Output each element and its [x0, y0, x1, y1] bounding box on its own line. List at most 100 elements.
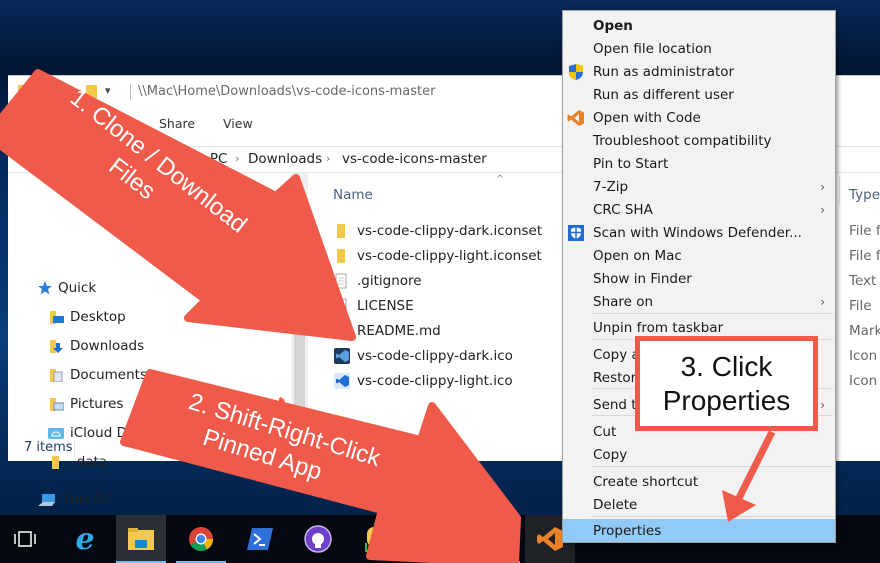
powershell-icon — [247, 528, 273, 550]
menu-item-label: Share on — [593, 293, 654, 310]
menu-item-copy[interactable]: Copy — [563, 443, 835, 466]
menu-item-label: Delete — [593, 496, 638, 513]
ribbon-tab-share[interactable]: Share — [159, 116, 195, 131]
annotation-step3-line2: Properties — [662, 384, 791, 416]
nav-item-downloads[interactable]: Downloads — [50, 335, 144, 357]
column-separator[interactable] — [839, 176, 840, 206]
menu-item-delete[interactable]: Delete — [563, 493, 835, 516]
taskbar-internet-explorer[interactable]: e — [60, 515, 110, 563]
nav-item-this-pc[interactable]: This PC — [38, 489, 111, 511]
menu-item-troubleshoot-compatibility[interactable]: Troubleshoot compatibility — [563, 129, 835, 152]
quick-access-dropdown-icon[interactable]: ▾ — [105, 84, 111, 97]
nav-item-quick-access[interactable]: Quick — [38, 277, 96, 299]
file-row[interactable]: .gitignore — [334, 270, 422, 292]
file-type: File — [849, 298, 872, 314]
vscode-file-icon — [334, 323, 348, 339]
status-separator — [74, 440, 75, 456]
uac-shield-icon — [567, 63, 585, 81]
breadcrumb-downloads[interactable]: Downloads — [248, 151, 322, 167]
file-row[interactable]: vs-code-clippy-dark.ico — [334, 345, 513, 367]
taskbar-chrome[interactable] — [176, 515, 226, 563]
nav-item-pictures[interactable]: Pictures — [50, 393, 123, 415]
nav-item-desktop[interactable]: Desktop — [50, 306, 126, 328]
menu-item-label: Unpin from taskbar — [593, 319, 724, 336]
ribbon-tab-view[interactable]: View — [223, 116, 253, 131]
pin-icon[interactable]: 📌 — [272, 397, 286, 410]
submenu-chevron-icon: › — [820, 179, 825, 194]
submenu-chevron-icon: › — [820, 202, 825, 217]
ribbon-tab-file[interactable] — [8, 108, 64, 140]
file-row[interactable]: LICENSE — [334, 295, 414, 317]
computer-icon — [38, 493, 56, 507]
menu-separator — [591, 516, 833, 517]
menu-item-open-on-mac[interactable]: Open on Mac — [563, 244, 835, 267]
menu-item-create-shortcut[interactable]: Create shortcut — [563, 470, 835, 493]
file-icon — [334, 298, 348, 314]
file-row[interactable]: README.md — [334, 320, 441, 342]
menu-item-open-with-code[interactable]: Open with Code — [563, 106, 835, 129]
navigation-pane: Quick Desktop Downloads Documents Pictur… — [8, 173, 290, 508]
taskbar-github-desktop[interactable] — [293, 515, 343, 563]
annotation-step3-line1: 3. Click — [680, 350, 773, 382]
folder-icon — [334, 223, 348, 239]
menu-item-run-as-different-user[interactable]: Run as different user — [563, 83, 835, 106]
menu-item-label: 7-Zip — [593, 178, 629, 195]
database-icon — [365, 527, 381, 552]
sort-ascending-icon: ^ — [496, 174, 505, 185]
menu-item-scan-with-windows-defender[interactable]: Scan with Windows Defender... — [563, 221, 835, 244]
menu-item-show-in-finder[interactable]: Show in Finder — [563, 267, 835, 290]
file-type: File f — [849, 223, 880, 239]
menu-item-open[interactable]: Open — [563, 14, 835, 37]
file-explorer-icon — [128, 528, 154, 550]
menu-item-run-as-administrator[interactable]: Run as administrator — [563, 60, 835, 83]
nav-pane-scrollbar-thumb[interactable] — [294, 196, 305, 426]
taskbar-file-explorer[interactable] — [116, 515, 166, 563]
folder-icon — [334, 248, 348, 264]
taskbar-database-tool[interactable] — [350, 515, 400, 563]
menu-item-properties[interactable]: Properties — [563, 519, 835, 542]
nav-item-label: Pictures — [70, 396, 124, 412]
menu-item-label: Run as different user — [593, 86, 734, 103]
menu-item-label: Create shortcut — [593, 473, 699, 490]
nav-item-label: iCloud Drive (Mac) — [70, 425, 195, 441]
taskbar-remote-desktop[interactable] — [470, 515, 520, 563]
breadcrumb-current-folder[interactable]: vs-code-icons-master — [342, 151, 487, 167]
menu-item-open-file-location[interactable]: Open file location — [563, 37, 835, 60]
menu-item-label: Cut — [593, 423, 617, 440]
remote-desktop-icon — [485, 525, 509, 551]
internet-explorer-icon: e — [75, 521, 95, 557]
taskbar-powershell[interactable] — [235, 515, 285, 563]
nav-item-documents[interactable]: Documents — [50, 364, 147, 386]
breadcrumb-this-pc[interactable]: This PC — [178, 151, 227, 167]
breadcrumb-chevron-icon: › — [326, 152, 331, 165]
menu-item-crc-sha[interactable]: CRC SHA › — [563, 198, 835, 221]
menu-item-label: Troubleshoot compatibility — [593, 132, 772, 149]
file-name: vs-code-clippy-light.ico — [357, 373, 513, 389]
vscode-icon — [567, 109, 585, 127]
new-folder-icon[interactable] — [86, 85, 97, 99]
visual-studio-icon — [429, 527, 449, 551]
file-type: Icon — [849, 348, 878, 364]
breadcrumb-chevron-icon: › — [235, 152, 240, 165]
vscode-light-icon — [334, 373, 350, 389]
menu-item-label: Open — [593, 17, 633, 34]
file-row[interactable]: vs-code-clippy-light.ico — [334, 370, 513, 392]
menu-item-label: Pin to Start — [593, 155, 669, 172]
taskbar-visual-studio[interactable] — [412, 515, 462, 563]
chrome-icon — [189, 527, 213, 552]
menu-item-share-on[interactable]: Share on › — [563, 290, 835, 313]
menu-item-label: Open file location — [593, 40, 712, 57]
pin-icon[interactable]: 📌 — [272, 426, 286, 439]
menu-item-7-zip[interactable]: 7-Zip › — [563, 175, 835, 198]
context-menu: Open Open file location Run as administrat… — [562, 10, 836, 543]
taskbar-task-view[interactable] — [0, 515, 50, 563]
column-header-name[interactable]: Name — [333, 187, 373, 203]
text-file-icon — [334, 273, 348, 289]
menu-item-pin-to-start[interactable]: Pin to Start — [563, 152, 835, 175]
file-row[interactable]: vs-code-clippy-light.iconset — [334, 245, 542, 267]
menu-item-label: Open on Mac — [593, 247, 682, 264]
file-row[interactable]: vs-code-clippy-dark.iconset — [334, 220, 542, 242]
file-type: Text — [849, 273, 877, 289]
column-header-type[interactable]: Type — [849, 187, 880, 203]
submenu-chevron-icon: › — [820, 294, 825, 309]
